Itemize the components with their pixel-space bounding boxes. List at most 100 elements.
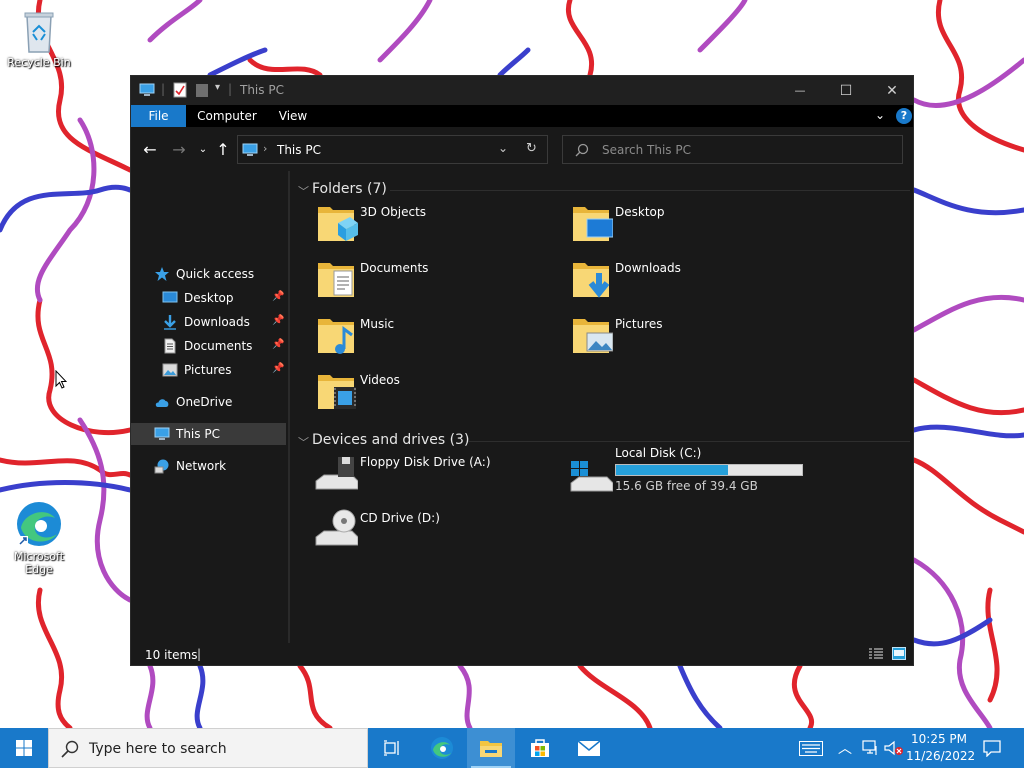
properties-icon[interactable] xyxy=(173,82,187,98)
downloads-folder-icon xyxy=(573,263,610,298)
search-box[interactable] xyxy=(562,135,903,164)
sidebar-item-documents[interactable]: Documents 📌 xyxy=(131,335,286,357)
file-explorer-window: | ▾ | This PC — ☐ ✕ File Computer View ⌄… xyxy=(130,75,914,666)
drive-floppy-a[interactable]: Floppy Disk Drive (A:) xyxy=(314,451,554,501)
desktop-icon-edge[interactable]: Microsoft Edge xyxy=(3,500,75,576)
sidebar-item-quick-access[interactable]: Quick access xyxy=(131,263,286,285)
mail-icon xyxy=(577,740,601,756)
clock-date: 11/26/2022 xyxy=(906,749,976,763)
group-title: Devices and drives (3) xyxy=(312,432,470,448)
network-icon xyxy=(154,459,169,474)
sidebar-item-label: OneDrive xyxy=(176,395,233,409)
desktop-icon-recycle-bin[interactable]: Recycle Bin xyxy=(3,10,75,69)
sidebar-item-label: Network xyxy=(176,459,227,473)
pin-icon: 📌 xyxy=(272,339,285,350)
tab-computer[interactable]: Computer xyxy=(193,105,261,127)
expand-ribbon-icon[interactable]: ⌄ xyxy=(875,108,885,122)
minimize-button[interactable]: — xyxy=(777,76,823,105)
this-pc-icon xyxy=(154,427,170,440)
keyboard-icon[interactable] xyxy=(799,741,823,756)
capacity-bar-fill xyxy=(616,465,729,475)
ribbon-tabs: File Computer View ⌄ ? xyxy=(131,105,913,127)
sidebar-item-downloads[interactable]: Downloads 📌 xyxy=(131,311,286,333)
desktop-icon-label: Recycle Bin xyxy=(7,56,71,69)
task-view-button[interactable] xyxy=(368,728,416,768)
drive-cd-d[interactable]: CD Drive (D:) xyxy=(314,507,554,557)
help-icon[interactable]: ? xyxy=(896,108,912,124)
title-separator: | xyxy=(161,82,166,96)
show-hidden-icons-chevron-icon[interactable]: ︿ xyxy=(838,738,852,758)
desktop-icon-label: Microsoft Edge xyxy=(13,550,65,576)
sidebar-item-label: Desktop xyxy=(184,291,234,305)
sidebar-item-desktop[interactable]: Desktop 📌 xyxy=(131,287,286,309)
tab-file[interactable]: File xyxy=(131,105,186,127)
windows-logo-icon xyxy=(16,740,32,756)
taskbar-file-explorer-button[interactable] xyxy=(467,728,515,768)
folder-label: Documents xyxy=(360,261,429,275)
pin-icon: 📌 xyxy=(272,315,285,326)
pictures-folder-icon xyxy=(573,319,613,353)
drive-label: Local Disk (C:) xyxy=(615,446,702,460)
back-button[interactable]: ← xyxy=(139,139,161,161)
search-icon xyxy=(575,143,589,157)
documents-folder-icon xyxy=(318,263,354,297)
folder-desktop[interactable]: Desktop xyxy=(569,201,809,251)
maximize-button[interactable]: ☐ xyxy=(823,76,869,105)
notifications-icon[interactable] xyxy=(983,740,1001,757)
volume-muted-icon[interactable] xyxy=(884,740,904,756)
title-bar[interactable]: | ▾ | This PC — ☐ ✕ xyxy=(131,76,913,105)
taskbar-edge-button[interactable] xyxy=(418,728,466,768)
pin-icon: 📌 xyxy=(272,291,285,302)
drive-label: Floppy Disk Drive (A:) xyxy=(360,455,491,469)
sidebar-item-label: Documents xyxy=(184,339,253,353)
folder-music[interactable]: Music xyxy=(314,313,554,363)
address-dropdown-icon[interactable]: ⌄ xyxy=(498,141,508,155)
document-icon xyxy=(164,338,176,354)
drive-local-disk-c[interactable]: Local Disk (C:) 15.6 GB free of 39.4 GB xyxy=(569,445,809,505)
tab-view[interactable]: View xyxy=(271,105,315,127)
sidebar-item-onedrive[interactable]: OneDrive xyxy=(131,391,286,413)
close-button[interactable]: ✕ xyxy=(869,76,915,105)
forward-button[interactable]: → xyxy=(168,139,190,161)
collapse-chevron-icon: ﹀ xyxy=(298,185,309,198)
breadcrumb[interactable]: This PC xyxy=(277,143,321,157)
taskbar-store-button[interactable] xyxy=(516,728,564,768)
folder-pictures[interactable]: Pictures xyxy=(569,313,809,363)
sidebar-item-this-pc[interactable]: This PC xyxy=(131,423,286,445)
large-icons-view-icon[interactable] xyxy=(892,647,906,660)
customize-quick-access-icon[interactable]: ▾ xyxy=(215,82,220,98)
taskbar-mail-button[interactable] xyxy=(565,728,613,768)
start-button[interactable] xyxy=(0,728,48,768)
taskbar-search-box[interactable]: Type here to search xyxy=(48,728,368,768)
desktop-icon xyxy=(162,291,178,303)
breadcrumb-chevron-icon: › xyxy=(263,142,268,155)
navigation-pane-items: Quick access Desktop 📌 Downloads 📌 Documents 📌… xyxy=(131,171,288,643)
folder-videos[interactable]: Videos xyxy=(314,369,554,419)
search-input[interactable] xyxy=(602,142,892,158)
desktop-folder-icon xyxy=(573,207,613,241)
sidebar-item-label: Quick access xyxy=(176,267,255,281)
network-icon[interactable] xyxy=(862,740,880,756)
sidebar-item-network[interactable]: Network xyxy=(131,455,286,477)
search-icon xyxy=(61,740,79,758)
title-separator: | xyxy=(228,82,233,96)
folder-3d-objects[interactable]: 3D Objects xyxy=(314,201,554,251)
mouse-cursor-icon xyxy=(55,370,67,389)
folder-documents[interactable]: Documents xyxy=(314,257,554,307)
sidebar-item-pictures[interactable]: Pictures 📌 xyxy=(131,359,286,381)
edge-icon xyxy=(431,737,453,759)
up-button[interactable]: ↑ xyxy=(212,139,234,161)
refresh-icon[interactable]: ↻ xyxy=(526,141,537,156)
divider xyxy=(390,190,910,191)
folder-label: Pictures xyxy=(615,317,663,331)
folder-downloads[interactable]: Downloads xyxy=(569,257,809,307)
videos-folder-icon xyxy=(318,375,356,409)
recent-locations-button[interactable]: ⌄ xyxy=(192,139,214,161)
system-clock[interactable]: 10:25 PM 11/26/2022 xyxy=(906,731,976,765)
sidebar-item-label: Pictures xyxy=(184,363,232,377)
details-view-icon[interactable] xyxy=(869,648,883,660)
new-folder-icon[interactable] xyxy=(195,82,209,98)
address-bar[interactable]: › This PC ⌄ ↻ xyxy=(237,135,548,164)
collapse-chevron-icon: ﹀ xyxy=(298,436,309,449)
maximize-icon: ☐ xyxy=(839,82,853,99)
